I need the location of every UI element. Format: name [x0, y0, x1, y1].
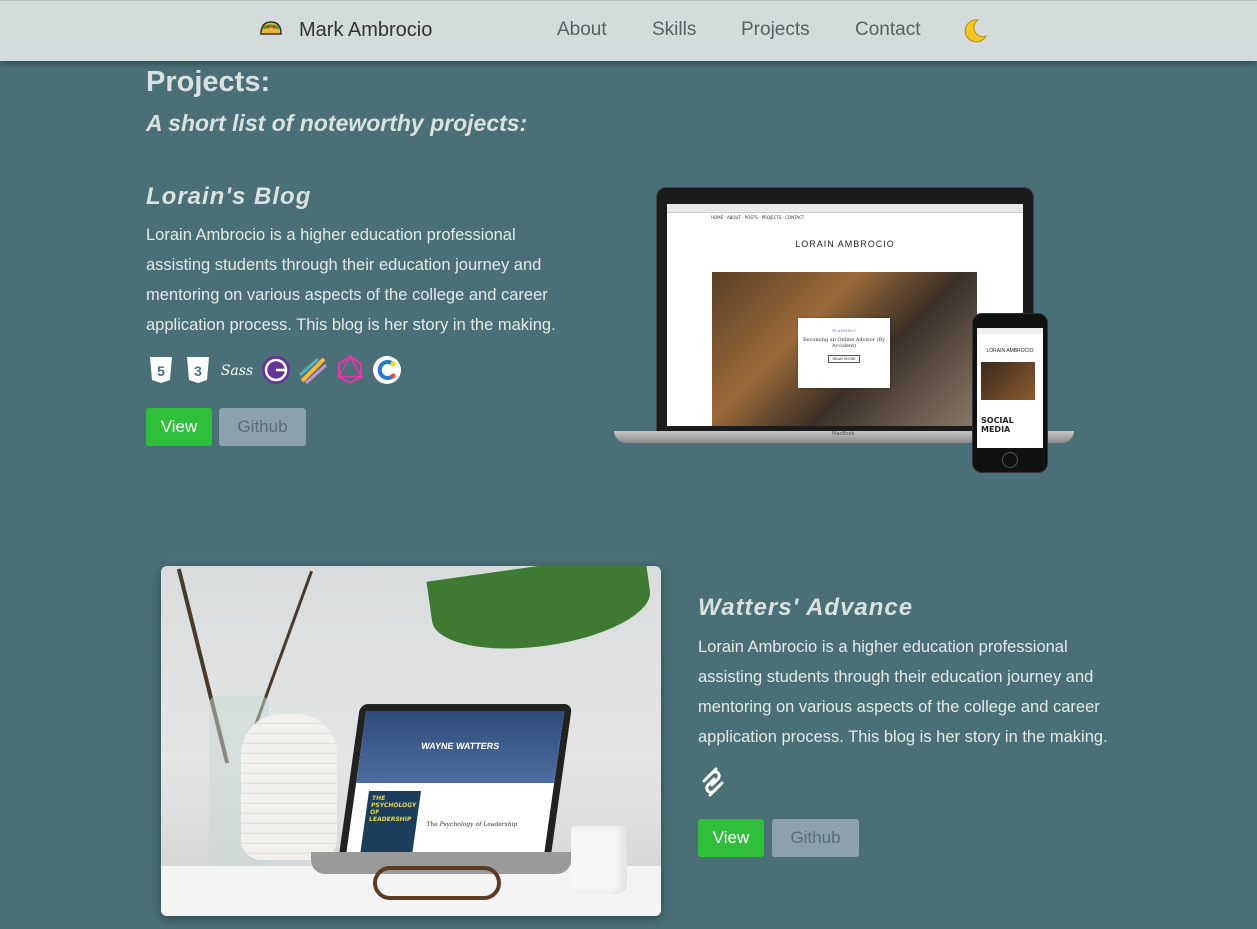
project-title: Lorain's Blog: [146, 183, 312, 210]
phone-banner: SOCIAL MEDIA: [981, 416, 1014, 434]
mug: [571, 826, 627, 894]
gatsby-icon: [261, 355, 291, 385]
taco-icon: [259, 18, 283, 42]
project-description: Lorain Ambrocio is a higher education pr…: [698, 638, 1108, 746]
phone-site-title: LORAIN AMBROCIO: [986, 348, 1034, 354]
post-read-more: READ MORE: [828, 355, 860, 363]
post-title: Becoming an Online Advisor (By Accident): [802, 337, 886, 349]
phone-mockup: LORAIN AMBROCIO SOCIAL MEDIA: [972, 313, 1048, 473]
view-button[interactable]: View: [698, 819, 764, 857]
hero-image: PLANNING Becoming an Online Advisor (By …: [712, 272, 977, 426]
page-title: Projects:: [146, 66, 271, 98]
tech-icons: 5 3 Sass: [146, 355, 402, 385]
book-caption: The Psychology of Leadership: [425, 821, 518, 828]
squarespace-icon: [698, 767, 728, 797]
glasses: [373, 866, 501, 900]
vase: [241, 714, 337, 860]
project-mockup-image: HOME · ABOUT · POSTS · PROJECTS · CONTAC…: [610, 185, 1090, 485]
project-title: Watters' Advance: [698, 594, 914, 621]
nav-link-skills[interactable]: Skills: [652, 19, 696, 41]
project-photo: WAYNE WATTERS THE PSYCHOLOGY OF LEADERSH…: [161, 566, 661, 916]
plant-leaf: [426, 566, 656, 661]
phone-home-button: [1002, 452, 1018, 468]
browser-bar: [667, 204, 1023, 213]
graphql-icon: [335, 355, 365, 385]
brand[interactable]: Mark Ambrocio: [259, 18, 432, 42]
post-tag: PLANNING: [832, 328, 856, 333]
brand-name[interactable]: Mark Ambrocio: [299, 19, 432, 42]
laptop-label: MacBook: [832, 431, 855, 437]
book-cover: THE PSYCHOLOGY OF LEADERSHIP: [360, 791, 422, 853]
moon-icon[interactable]: [962, 18, 988, 48]
prettier-icon: [298, 355, 328, 385]
phone-screen: LORAIN AMBROCIO SOCIAL MEDIA: [977, 328, 1043, 448]
nav-link-about[interactable]: About: [557, 19, 607, 41]
github-button[interactable]: Github: [772, 819, 859, 857]
laptop-screen: WAYNE WATTERS THE PSYCHOLOGY OF LEADERSH…: [345, 711, 565, 857]
nav-link-projects[interactable]: Projects: [741, 19, 810, 41]
site-title: LORAIN AMBROCIO: [795, 239, 895, 249]
site-nav: HOME · ABOUT · POSTS · PROJECTS · CONTAC…: [711, 215, 805, 220]
svg-text:3: 3: [194, 363, 202, 379]
contentful-icon: [372, 355, 402, 385]
laptop-screen: HOME · ABOUT · POSTS · PROJECTS · CONTAC…: [667, 204, 1023, 426]
phone-hero-image: [981, 362, 1035, 400]
nav-link-contact[interactable]: Contact: [855, 19, 920, 41]
css3-icon: 3: [183, 355, 213, 385]
github-button[interactable]: Github: [219, 408, 306, 446]
laptop-mockup: WAYNE WATTERS THE PSYCHOLOGY OF LEADERSH…: [337, 704, 573, 864]
svg-text:5: 5: [157, 363, 165, 379]
tech-icons: [698, 767, 728, 797]
sass-icon: Sass: [220, 355, 254, 385]
navbar: Mark Ambrocio About Skills Projects Cont…: [0, 0, 1257, 61]
post-card: PLANNING Becoming an Online Advisor (By …: [798, 318, 890, 388]
view-button[interactable]: View: [146, 408, 212, 446]
site-hero: WAYNE WATTERS: [356, 711, 565, 783]
html5-icon: 5: [146, 355, 176, 385]
project-description: Lorain Ambrocio is a higher education pr…: [146, 226, 556, 334]
page-subtitle: A short list of noteworthy projects:: [146, 110, 528, 136]
svg-text:Sass: Sass: [221, 363, 253, 379]
